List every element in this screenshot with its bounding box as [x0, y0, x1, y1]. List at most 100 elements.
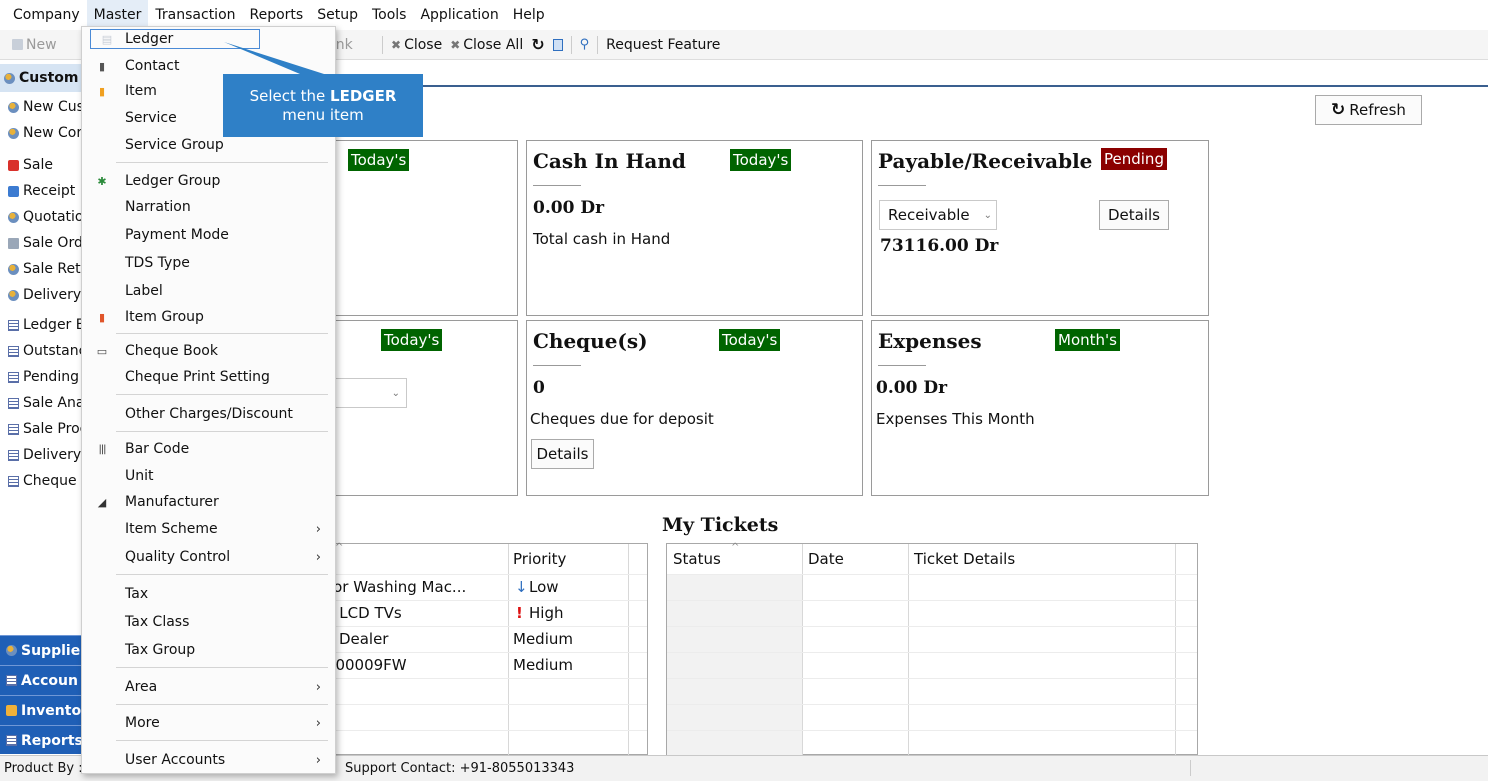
close-button[interactable]: ✖ Close: [387, 37, 446, 53]
quotation-icon: [8, 211, 19, 223]
task-priority: Low: [529, 578, 559, 596]
sidebar-section-reports[interactable]: Reports: [0, 725, 81, 754]
sidebar-item-new-customer[interactable]: New Cus: [0, 94, 81, 120]
sidebar-item-label: New Cus: [23, 99, 82, 115]
toolbar-separator: [570, 35, 572, 54]
toolbar-separator: [382, 35, 383, 54]
menu-application[interactable]: Application: [413, 0, 505, 30]
today-badge: Today's: [719, 329, 781, 351]
sidebar-item-new-contact[interactable]: New Cor: [0, 120, 81, 146]
sidebar-header-customers[interactable]: Custom: [0, 64, 81, 92]
inventory-icon: [6, 705, 17, 716]
title-underline: [533, 185, 581, 186]
sidebar-item-sale-analysis[interactable]: Sale Ana: [0, 390, 81, 416]
payable-receivable-select[interactable]: Receivable ⌄: [879, 200, 997, 230]
menu-help[interactable]: Help: [506, 0, 552, 30]
menu-item-item-group[interactable]: ▮ Item Group: [82, 305, 335, 329]
menu-item-narration[interactable]: Narration: [82, 195, 335, 219]
chevron-right-icon: ›: [315, 521, 321, 537]
menu-company[interactable]: Company: [6, 0, 87, 30]
row-line: [667, 574, 1197, 575]
menu-item-label[interactable]: Label: [82, 279, 335, 303]
menu-item-unit[interactable]: Unit: [82, 464, 335, 488]
task-priority: Medium: [513, 656, 573, 674]
sidebar-item-sale-product[interactable]: Sale Proc: [0, 416, 81, 442]
row-line: [301, 574, 647, 575]
priority-column-header[interactable]: Priority: [513, 550, 566, 568]
column-divider: [802, 544, 803, 756]
chevron-right-icon: ›: [315, 549, 321, 565]
contact-icon: ▮: [98, 59, 106, 73]
card-payable-receivable: Payable/Receivable Pending Receivable ⌄ …: [871, 140, 1209, 316]
sidebar-item-receipt[interactable]: Receipt: [0, 178, 81, 204]
today-badge: Today's: [381, 329, 443, 351]
report-icon: [8, 475, 19, 487]
supplier-icon: [6, 645, 17, 656]
menu-item-tax-class[interactable]: Tax Class: [82, 610, 335, 634]
sidebar-item-sale-order[interactable]: Sale Ord: [0, 230, 81, 256]
menu-item-area[interactable]: Area ›: [82, 675, 335, 699]
refresh-toolbar-button[interactable]: ↻: [527, 35, 548, 54]
sidebar-item-ledger-book[interactable]: Ledger B: [0, 312, 81, 338]
menu-item-more[interactable]: More ›: [82, 711, 335, 735]
sidebar-item-delivery[interactable]: Delivery: [0, 282, 81, 308]
sidebar-item-delivery-report[interactable]: Delivery: [0, 442, 81, 468]
sidebar-section-inventory[interactable]: Invento: [0, 695, 81, 725]
menu-item-bar-code[interactable]: ||| Bar Code: [82, 437, 335, 461]
ticket-details-column-header[interactable]: Ticket Details: [914, 550, 1015, 568]
new-button[interactable]: New: [8, 37, 61, 53]
report-icon: [8, 319, 19, 331]
sidebar-section-suppliers[interactable]: Supplie: [0, 635, 81, 665]
sidebar-item-label: Sale: [23, 157, 53, 173]
column-divider: [628, 544, 629, 756]
close-all-button[interactable]: ✖ Close All: [446, 37, 527, 53]
menu-item-quality-control[interactable]: Quality Control ›: [82, 545, 335, 569]
sidebar-item-sale-return[interactable]: Sale Retu: [0, 256, 81, 282]
cheque-count: 0: [533, 378, 545, 398]
high-priority-icon: !: [516, 604, 523, 622]
date-column-header[interactable]: Date: [808, 550, 844, 568]
sidebar-item-pending[interactable]: Pending: [0, 364, 81, 390]
menu-item-manufacturer[interactable]: ◢ Manufacturer: [82, 490, 335, 514]
menu-separator: [116, 740, 328, 741]
task-description[interactable]: 0 LCD TVs: [325, 604, 402, 622]
card-title: Payable/Receivable: [878, 149, 1093, 173]
sidebar-item-label: Outstanc: [23, 343, 82, 359]
cheque-details-button[interactable]: Details: [531, 439, 594, 469]
user-icon: [8, 101, 19, 113]
menu-item-item-scheme[interactable]: Item Scheme ›: [82, 517, 335, 541]
sidebar-item-outstanding[interactable]: Outstanc: [0, 338, 81, 364]
sidebar-item-cheque[interactable]: Cheque c: [0, 468, 81, 494]
calculator-button[interactable]: [549, 38, 567, 51]
sidebar-item-quotation[interactable]: Quotatio: [0, 204, 81, 230]
status-divider: [1190, 760, 1191, 776]
column-divider: [1175, 544, 1176, 756]
close-all-label: Close All: [463, 36, 524, 53]
sale-return-icon: [8, 263, 19, 275]
request-feature-button[interactable]: Request Feature: [602, 37, 724, 53]
menu-tools[interactable]: Tools: [365, 0, 414, 30]
search-button[interactable]: ⚲: [576, 37, 594, 52]
sidebar-item-label: Sale Proc: [23, 421, 82, 437]
menu-item-user-accounts[interactable]: User Accounts ›: [82, 748, 335, 772]
task-description[interactable]: /-00009FW: [325, 656, 407, 674]
menu-item-ledger-group[interactable]: ✱ Ledger Group: [82, 169, 335, 193]
menu-item-payment-mode[interactable]: Payment Mode: [82, 223, 335, 247]
refresh-button[interactable]: ↻ Refresh: [1315, 95, 1422, 125]
menu-item-other-charges-discount[interactable]: Other Charges/Discount: [82, 402, 335, 426]
menu-item-tds-type[interactable]: TDS Type: [82, 251, 335, 275]
task-priority: Medium: [513, 630, 573, 648]
tasks-grid: ^ Priority For Washing Mac... ↓ Low 0 LC…: [300, 542, 648, 756]
menu-item-tax[interactable]: Tax: [82, 582, 335, 606]
sidebar-item-sale[interactable]: Sale: [0, 152, 81, 178]
refresh-label: Refresh: [1349, 101, 1406, 119]
menu-separator: [116, 704, 328, 705]
sale-order-icon: [8, 237, 19, 249]
status-column-header[interactable]: Status: [673, 550, 721, 568]
payable-details-button[interactable]: Details: [1099, 200, 1169, 230]
task-description[interactable]: For Washing Mac...: [325, 578, 466, 596]
menu-item-tax-group[interactable]: Tax Group: [82, 638, 335, 662]
menu-item-cheque-book[interactable]: ▭ Cheque Book: [82, 339, 335, 363]
menu-item-cheque-print-setting[interactable]: Cheque Print Setting: [82, 365, 335, 389]
sidebar-section-accounts[interactable]: Accoun: [0, 665, 81, 695]
